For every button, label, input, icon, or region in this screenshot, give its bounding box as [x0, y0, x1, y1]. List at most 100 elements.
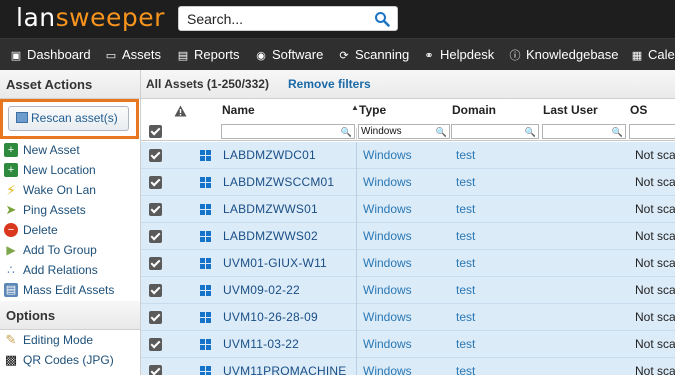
asset-name-link[interactable]: UVM09-02-22 — [223, 283, 300, 297]
search-box[interactable] — [178, 6, 398, 31]
column-header-type[interactable]: Type — [359, 103, 386, 117]
asset-type-link[interactable]: Windows — [363, 364, 412, 375]
table-row[interactable]: LABDMZWSCCM01 Windows test Not sca — [141, 169, 675, 196]
action-add-relations[interactable]: ∴ Add Relations — [0, 260, 140, 280]
row-checkbox[interactable] — [149, 230, 162, 243]
table-row[interactable]: LABDMZWWS01 Windows test Not sca — [141, 196, 675, 223]
asset-domain-link[interactable]: test — [456, 175, 475, 189]
nav-knowledgebase[interactable]: ⓘ Knowledgebase — [508, 39, 619, 70]
asset-table-body: LABDMZWDC01 Windows test Not sca LABDMZWSCC… — [141, 142, 675, 375]
asset-domain-link[interactable]: test — [456, 202, 475, 216]
option-editing-mode[interactable]: ✎ Editing Mode — [0, 330, 140, 350]
column-header-name[interactable]: Name — [222, 103, 255, 117]
asset-type-link[interactable]: Windows — [363, 283, 412, 297]
nav-software[interactable]: ◉ Software — [254, 39, 323, 70]
asset-domain-link[interactable]: test — [456, 364, 475, 375]
type-filter-input[interactable]: Windows 🔍 — [358, 124, 450, 139]
asset-type-link[interactable]: Windows — [363, 229, 412, 243]
asset-os: Not sca — [635, 148, 675, 162]
remove-filters-link[interactable]: Remove filters — [288, 70, 371, 99]
asset-domain-link[interactable]: test — [456, 229, 475, 243]
asset-domain-link[interactable]: test — [456, 337, 475, 351]
table-row[interactable]: LABDMZWWS02 Windows test Not sca — [141, 223, 675, 250]
asset-name-link[interactable]: UVM11-03-22 — [223, 337, 299, 351]
nav-label: Calen — [648, 47, 675, 62]
column-divider — [356, 142, 357, 169]
asset-actions-heading: Asset Actions — [0, 70, 140, 99]
column-header-domain[interactable]: Domain — [452, 103, 496, 117]
nav-scanning[interactable]: ⟳ Scanning — [337, 39, 409, 70]
os-filter-input[interactable] — [629, 124, 675, 139]
sort-ascending-icon[interactable]: ▲ — [351, 103, 359, 112]
asset-name-link[interactable]: UVM10-26-28-09 — [223, 310, 318, 324]
table-row[interactable]: UVM11PROMACHINE Windows test Not sca — [141, 358, 675, 375]
table-row[interactable]: UVM11-03-22 Windows test Not sca — [141, 331, 675, 358]
nav-reports[interactable]: ▤ Reports — [176, 39, 240, 70]
warning-icon[interactable] — [174, 105, 187, 117]
nav-label: Software — [272, 47, 324, 62]
main-nav: ▣ Dashboard ▭ Assets ▤ Reports ◉ Software ⟳ S… — [0, 38, 675, 70]
name-filter-input[interactable]: 🔍 — [221, 124, 355, 139]
asset-name-link[interactable]: UVM01-GIUX-W11 — [223, 256, 327, 270]
asset-name-link[interactable]: LABDMZWDC01 — [223, 148, 316, 162]
row-checkbox[interactable] — [149, 203, 162, 216]
option-qr-codes[interactable]: ▩ QR Codes (JPG) — [0, 350, 140, 370]
asset-domain-link[interactable]: test — [456, 256, 475, 270]
table-row[interactable]: UVM09-02-22 Windows test Not sca — [141, 277, 675, 304]
asset-name-link[interactable]: LABDMZWSCCM01 — [223, 175, 334, 189]
lansweeper-logo[interactable]: lansweeper — [16, 3, 165, 32]
last-user-filter-input[interactable]: 🔍 — [542, 124, 626, 139]
rescan-assets-button[interactable]: Rescan asset(s) — [8, 106, 129, 131]
asset-type-link[interactable]: Windows — [363, 256, 412, 270]
sidebar: Asset Actions Rescan asset(s) + New Asset… — [0, 70, 141, 375]
column-divider — [356, 223, 357, 250]
row-checkbox[interactable] — [149, 311, 162, 324]
search-input[interactable] — [179, 7, 364, 30]
plus-icon: + — [4, 143, 18, 157]
page-title: All Assets (1-250/332) — [146, 77, 269, 91]
asset-type-link[interactable]: Windows — [363, 310, 412, 324]
asset-type-link[interactable]: Windows — [363, 202, 412, 216]
action-wake-on-lan[interactable]: ⚡ Wake On Lan — [0, 180, 140, 200]
table-row[interactable]: UVM10-26-28-09 Windows test Not sca — [141, 304, 675, 331]
select-all-checkbox[interactable] — [149, 125, 162, 138]
action-delete[interactable]: − Delete — [0, 220, 140, 240]
action-mass-edit[interactable]: ▤ Mass Edit Assets — [0, 280, 140, 300]
windows-icon — [200, 231, 212, 243]
action-add-to-group[interactable]: ▶ Add To Group — [0, 240, 140, 260]
options-list: ✎ Editing Mode ▩ QR Codes (JPG) — [0, 330, 140, 370]
domain-filter-input[interactable]: 🔍 — [451, 124, 539, 139]
asset-name-link[interactable]: UVM11PROMACHINE — [223, 364, 346, 375]
asset-type-link[interactable]: Windows — [363, 175, 412, 189]
row-checkbox[interactable] — [149, 257, 162, 270]
row-checkbox[interactable] — [149, 284, 162, 297]
table-row[interactable]: UVM01-GIUX-W11 Windows test Not sca — [141, 250, 675, 277]
action-label: New Asset — [23, 143, 80, 157]
action-new-location[interactable]: + New Location — [0, 160, 140, 180]
action-ping-assets[interactable]: ➤ Ping Assets — [0, 200, 140, 220]
asset-type-link[interactable]: Windows — [363, 148, 412, 162]
asset-domain-link[interactable]: test — [456, 310, 475, 324]
column-header-os[interactable]: OS — [630, 103, 647, 117]
rescan-label: Rescan asset(s) — [31, 111, 118, 125]
row-checkbox[interactable] — [149, 149, 162, 162]
asset-name-link[interactable]: LABDMZWWS01 — [223, 202, 318, 216]
nav-helpdesk[interactable]: ⚭ Helpdesk — [422, 39, 494, 70]
nav-calendar[interactable]: ▦ Calen — [630, 39, 675, 70]
column-header-last-user[interactable]: Last User — [543, 103, 598, 117]
row-checkbox[interactable] — [149, 338, 162, 351]
action-new-asset[interactable]: + New Asset — [0, 140, 140, 160]
dashboard-icon: ▣ — [10, 50, 22, 62]
row-checkbox[interactable] — [149, 365, 162, 375]
asset-domain-link[interactable]: test — [456, 283, 475, 297]
asset-name-link[interactable]: LABDMZWWS02 — [223, 229, 318, 243]
asset-domain-link[interactable]: test — [456, 148, 475, 162]
nav-assets[interactable]: ▭ Assets — [104, 39, 161, 70]
windows-icon — [200, 339, 212, 351]
search-icon[interactable] — [374, 11, 390, 27]
table-row[interactable]: LABDMZWDC01 Windows test Not sca — [141, 142, 675, 169]
nav-dashboard[interactable]: ▣ Dashboard — [9, 39, 91, 70]
row-checkbox[interactable] — [149, 176, 162, 189]
asset-os: Not sca — [635, 175, 675, 189]
asset-type-link[interactable]: Windows — [363, 337, 412, 351]
